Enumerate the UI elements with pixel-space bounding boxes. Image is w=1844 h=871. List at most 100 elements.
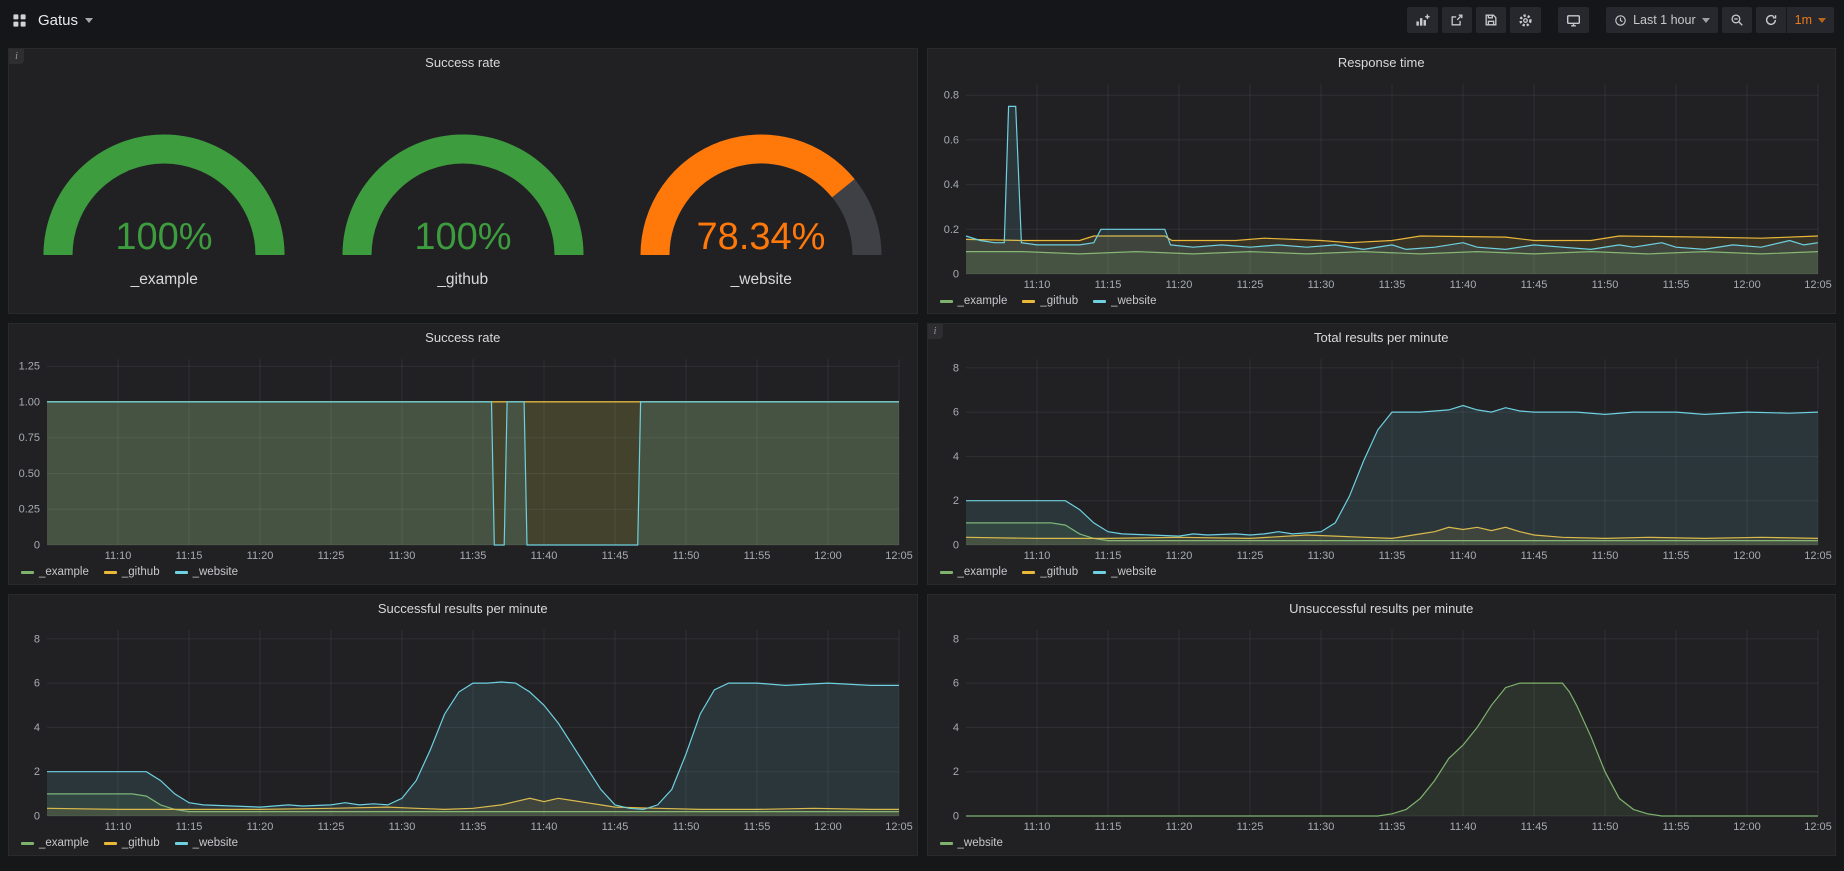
chart-canvas[interactable]: 0246811:1011:1511:2011:2511:3011:3511:40… <box>9 621 917 835</box>
svg-text:11:50: 11:50 <box>1591 550 1618 562</box>
svg-text:11:35: 11:35 <box>1378 821 1405 833</box>
svg-text:11:20: 11:20 <box>1165 279 1192 291</box>
legend-label: _github <box>122 837 160 849</box>
svg-text:11:30: 11:30 <box>389 821 416 833</box>
legend-item-_website[interactable]: _website <box>175 566 238 578</box>
svg-text:12:05: 12:05 <box>1804 550 1832 562</box>
svg-text:11:15: 11:15 <box>176 821 203 833</box>
svg-text:0: 0 <box>34 540 40 552</box>
panel-title-success-rate-gauges[interactable]: Success rate <box>9 49 917 75</box>
svg-text:12:00: 12:00 <box>1733 550 1761 562</box>
legend-swatch <box>1093 571 1106 574</box>
legend-label: _website <box>1111 295 1156 307</box>
add-panel-button[interactable] <box>1407 7 1438 33</box>
navbar: Gatus Last 1 hour <box>0 0 1844 40</box>
chart-area[interactable]: 0246811:1011:1511:2011:2511:3011:3511:40… <box>9 621 917 835</box>
settings-button[interactable] <box>1510 7 1541 33</box>
svg-text:12:05: 12:05 <box>885 821 913 833</box>
legend: _example _github _website <box>928 293 1836 313</box>
series-area-_website <box>47 402 899 545</box>
panel-title-total-results-per-minute[interactable]: Total results per minute <box>928 324 1836 350</box>
panel-info-icon[interactable]: i <box>928 324 943 339</box>
refresh-interval-button[interactable]: 1m <box>1787 7 1834 33</box>
chart-canvas[interactable]: 0246811:1011:1511:2011:2511:3011:3511:40… <box>928 350 1836 564</box>
legend-item-_example[interactable]: _example <box>21 566 89 578</box>
caret-down-icon <box>85 18 93 23</box>
x-axis-labels: 11:1011:1511:2011:2511:3011:3511:4011:45… <box>1023 550 1831 562</box>
svg-text:0.75: 0.75 <box>19 432 40 444</box>
svg-text:11:40: 11:40 <box>1449 821 1476 833</box>
svg-text:2: 2 <box>952 495 958 507</box>
panel-successful-results-per-minute: Successful results per minute0246811:101… <box>8 594 918 856</box>
legend-item-_website[interactable]: _website <box>940 837 1003 849</box>
apps-grid-button[interactable] <box>10 7 29 33</box>
svg-text:6: 6 <box>952 407 958 419</box>
panel-title-success-rate-history[interactable]: Success rate <box>9 324 917 350</box>
chart-area[interactable]: 0246811:1011:1511:2011:2511:3011:3511:40… <box>928 350 1836 564</box>
svg-text:11:55: 11:55 <box>744 821 771 833</box>
legend-item-_website[interactable]: _website <box>1093 566 1156 578</box>
legend-item-_github[interactable]: _github <box>1022 295 1078 307</box>
svg-text:11:45: 11:45 <box>1520 821 1547 833</box>
zoom-out-button[interactable] <box>1722 7 1752 33</box>
svg-text:0.6: 0.6 <box>943 134 958 146</box>
navbar-left: Gatus <box>10 7 93 33</box>
cycle-view-button[interactable] <box>1558 7 1589 33</box>
svg-text:11:50: 11:50 <box>673 550 700 562</box>
chart-canvas[interactable]: 00.20.40.60.811:1011:1511:2011:2511:3011… <box>928 75 1836 293</box>
panel-info-icon[interactable]: i <box>9 49 24 64</box>
svg-text:2: 2 <box>34 766 40 778</box>
legend-label: _website <box>1111 566 1156 578</box>
panel-title-response-time[interactable]: Response time <box>928 49 1836 75</box>
legend-swatch <box>21 842 34 845</box>
legend: _example _github _website <box>9 835 917 855</box>
panel-body: 00.20.40.60.811:1011:1511:2011:2511:3011… <box>928 75 1836 313</box>
refresh-button[interactable] <box>1756 7 1787 33</box>
legend-label: _example <box>958 295 1008 307</box>
legend: _example _github _website <box>9 564 917 584</box>
svg-text:2: 2 <box>952 766 958 778</box>
chart-area[interactable]: 00.250.500.751.001.2511:1011:1511:2011:2… <box>9 350 917 564</box>
panel-title-successful-results-per-minute[interactable]: Successful results per minute <box>9 595 917 621</box>
svg-text:11:55: 11:55 <box>1662 821 1689 833</box>
svg-text:12:05: 12:05 <box>1804 279 1832 291</box>
svg-text:11:50: 11:50 <box>1591 821 1618 833</box>
legend-item-_website[interactable]: _website <box>1093 295 1156 307</box>
gauge-value: 100% <box>116 216 213 258</box>
apps-grid-icon <box>12 13 27 28</box>
legend-item-_github[interactable]: _github <box>104 837 160 849</box>
legend-swatch <box>175 571 188 574</box>
chart-canvas[interactable]: 00.250.500.751.001.2511:1011:1511:2011:2… <box>9 350 917 564</box>
legend-item-_example[interactable]: _example <box>940 295 1008 307</box>
svg-text:11:35: 11:35 <box>460 550 487 562</box>
svg-text:12:00: 12:00 <box>814 550 842 562</box>
share-button[interactable] <box>1442 7 1472 33</box>
legend: _example _github _website <box>928 564 1836 584</box>
legend-item-_github[interactable]: _github <box>1022 566 1078 578</box>
chart-canvas[interactable]: 0246811:1011:1511:2011:2511:3011:3511:40… <box>928 621 1836 835</box>
chart-area[interactable]: 00.20.40.60.811:1011:1511:2011:2511:3011… <box>928 75 1836 293</box>
svg-text:11:50: 11:50 <box>1591 279 1618 291</box>
panel-unsuccessful-results-per-minute: Unsuccessful results per minute0246811:1… <box>927 594 1837 856</box>
panel-title-unsuccessful-results-per-minute[interactable]: Unsuccessful results per minute <box>928 595 1836 621</box>
legend-label: _example <box>39 837 89 849</box>
legend-item-_example[interactable]: _example <box>21 837 89 849</box>
panel-total-results-per-minute: iTotal results per minute0246811:1011:15… <box>927 323 1837 585</box>
caret-down-icon <box>1702 18 1710 23</box>
y-axis-labels: 02468 <box>952 633 958 822</box>
gauge-label: _example <box>131 271 198 289</box>
legend-item-_example[interactable]: _example <box>940 566 1008 578</box>
legend-item-_website[interactable]: _website <box>175 837 238 849</box>
panel-body: 0246811:1011:1511:2011:2511:3011:3511:40… <box>928 350 1836 584</box>
svg-text:11:35: 11:35 <box>1378 279 1405 291</box>
gauge-row: 100%_example100%_github78.34%_website <box>9 75 917 313</box>
svg-text:11:55: 11:55 <box>1662 279 1689 291</box>
legend-swatch <box>1022 571 1035 574</box>
save-button[interactable] <box>1476 7 1506 33</box>
svg-text:11:40: 11:40 <box>1449 550 1476 562</box>
dashboard-title-dropdown[interactable]: Gatus <box>38 12 93 29</box>
chart-area[interactable]: 0246811:1011:1511:2011:2511:3011:3511:40… <box>928 621 1836 835</box>
legend-item-_github[interactable]: _github <box>104 566 160 578</box>
time-range-button[interactable]: Last 1 hour <box>1606 7 1718 33</box>
gauge-_example: 100% _example <box>15 93 314 289</box>
